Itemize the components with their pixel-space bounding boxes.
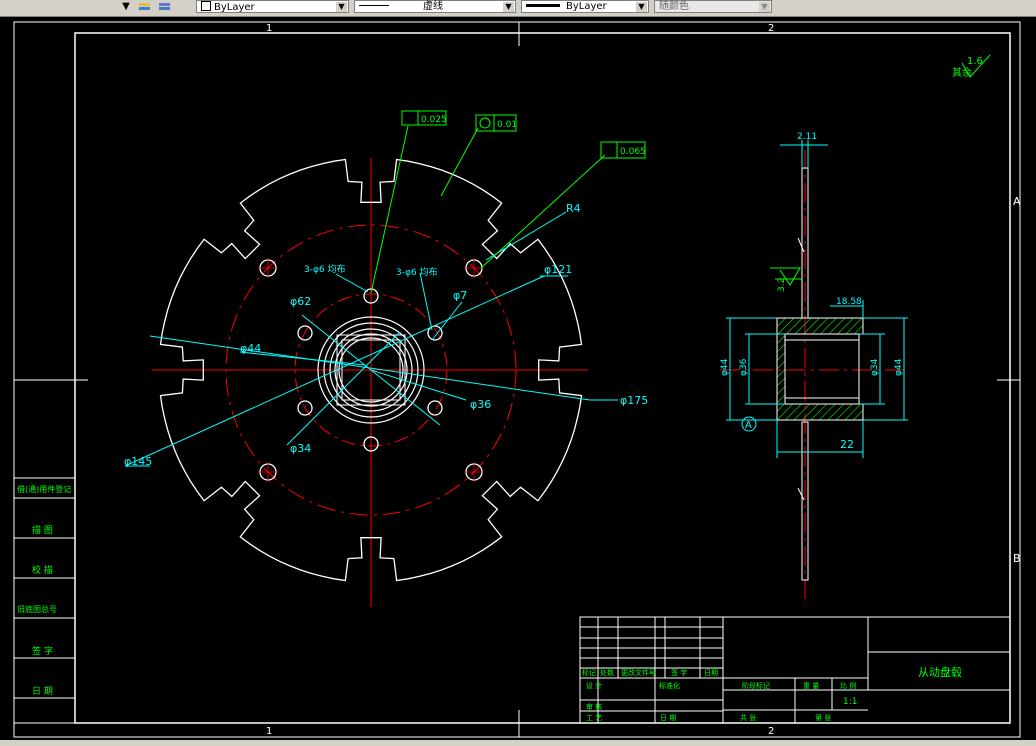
dim-dia: φ44 [894, 358, 904, 376]
zone-label: A [1013, 195, 1021, 208]
layer-previous-icon[interactable] [157, 0, 173, 14]
panel-label: 借(通)用件登记 [17, 484, 71, 494]
color-value: ByLayer [214, 2, 255, 13]
panel-label: 旧底图总号 [17, 604, 57, 614]
tb-label: 处数 [600, 668, 614, 677]
dim-hole-b: 3-φ6 均布 [396, 266, 438, 278]
properties-toolbar: ▼ ByLayer ▼ 虚线 ▼ ByLayer ▼ 随颜色 ▼ [0, 0, 1036, 17]
zone-label: 1 [266, 726, 272, 737]
panel-label: 签 字 [32, 645, 53, 657]
tb-label: 共 张 [740, 713, 756, 722]
linetype-value: 虚线 [423, 1, 443, 12]
lineweight-value: ByLayer [566, 1, 607, 12]
tb-label: 日期 [704, 669, 718, 677]
zone-label: 1 [266, 23, 272, 34]
panel-label: 校 描 [32, 564, 53, 576]
panel-label: 描 图 [32, 524, 53, 536]
dim-hub-length: 18.58 [836, 297, 862, 307]
tb-label: 签 字 [671, 668, 687, 677]
datum-label: A [745, 420, 752, 431]
runout-tolerance: 0.065 [620, 147, 646, 157]
dim-d36: φ36 [470, 398, 491, 411]
dim-dia: φ34 [870, 358, 880, 376]
zone-label: 2 [768, 23, 774, 34]
tb-label: 设 计 [586, 681, 602, 690]
zone-label: 2 [768, 726, 774, 737]
drawing-frame [74, 32, 1011, 724]
tb-label: 更改文件号 [621, 668, 656, 677]
dim-dia: φ36 [739, 358, 749, 376]
part-name: 从动盘毂 [918, 665, 962, 679]
dim-d7: φ7 [453, 289, 467, 302]
dim-d34: φ34 [290, 442, 311, 455]
dim-thickness: 2.11 [797, 132, 817, 142]
color-control[interactable]: ByLayer ▼ [196, 0, 349, 13]
drawing-canvas[interactable]: 1 2 1 2 A B 1.6 其余 0.025 0.01 0.065 R4 3… [0, 16, 1036, 740]
runout-tolerance: 0.025 [421, 115, 447, 125]
chevron-down-icon[interactable]: ▼ [336, 2, 347, 12]
dim-d121: φ121 [544, 263, 572, 276]
dim-d175: φ175 [620, 394, 648, 407]
tb-label: 日 期 [660, 714, 676, 722]
tb-label: 审 核 [586, 702, 602, 711]
dim-d62: φ62 [290, 295, 311, 308]
dropdown-arrow[interactable]: ▼ [120, 0, 132, 14]
lineweight-control[interactable]: ByLayer ▼ [521, 0, 649, 13]
chevron-down-icon[interactable]: ▼ [503, 2, 514, 12]
panel-label: 日 期 [32, 686, 53, 697]
roughness-side-value: 3.2 [777, 278, 787, 292]
roughness-value: 1.6 [967, 56, 983, 67]
tb-label: 阶段标记 [742, 681, 770, 690]
plotstyle-value: 随颜色 [659, 1, 689, 12]
tb-label: 比 例 [840, 681, 856, 690]
dim-r4: R4 [566, 202, 581, 215]
chevron-down-icon[interactable]: ▼ [636, 2, 647, 12]
linetype-control[interactable]: 虚线 ▼ [354, 0, 516, 13]
side-section-view [720, 150, 905, 605]
dim-dia: φ44 [720, 358, 730, 376]
roughness-label: 其余 [952, 66, 972, 79]
dim-d44: φ44 [240, 342, 261, 355]
front-view [152, 158, 588, 607]
tb-label: 标准化 [659, 681, 680, 690]
tb-label: 工 艺 [586, 714, 602, 722]
tb-label: 第 张 [815, 713, 831, 722]
chevron-down-icon: ▼ [759, 2, 770, 12]
dim-width: 22 [840, 438, 854, 451]
tb-label: 标记 [582, 668, 596, 677]
scale-value: 1:1 [843, 697, 857, 707]
zone-label: B [1013, 552, 1021, 565]
status-strip [0, 740, 1036, 746]
tb-label: 重 量 [803, 682, 819, 690]
circularity-tolerance: 0.01 [497, 120, 517, 130]
plotstyle-control[interactable]: 随颜色 ▼ [654, 0, 772, 13]
dim-hole-a: 3-φ6 均布 [304, 263, 346, 275]
layer-states-icon[interactable] [137, 0, 153, 14]
dim-d145: φ145 [124, 455, 152, 468]
